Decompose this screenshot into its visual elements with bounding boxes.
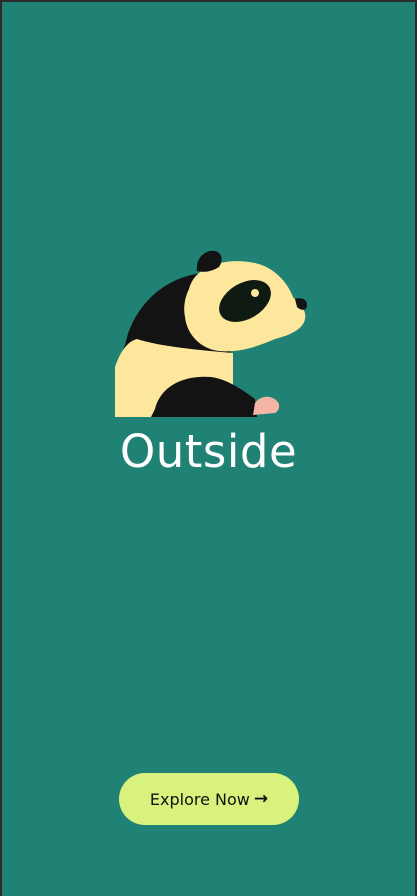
explore-now-button[interactable]: Explore Now → <box>119 773 299 825</box>
arrow-right-icon: → <box>253 788 269 809</box>
panda-icon <box>115 250 307 417</box>
app-title: Outside <box>119 425 298 478</box>
panda-illustration <box>115 249 307 417</box>
explore-now-label: Explore Now <box>149 789 250 809</box>
splash-screen: Outside Explore Now → <box>2 2 415 896</box>
